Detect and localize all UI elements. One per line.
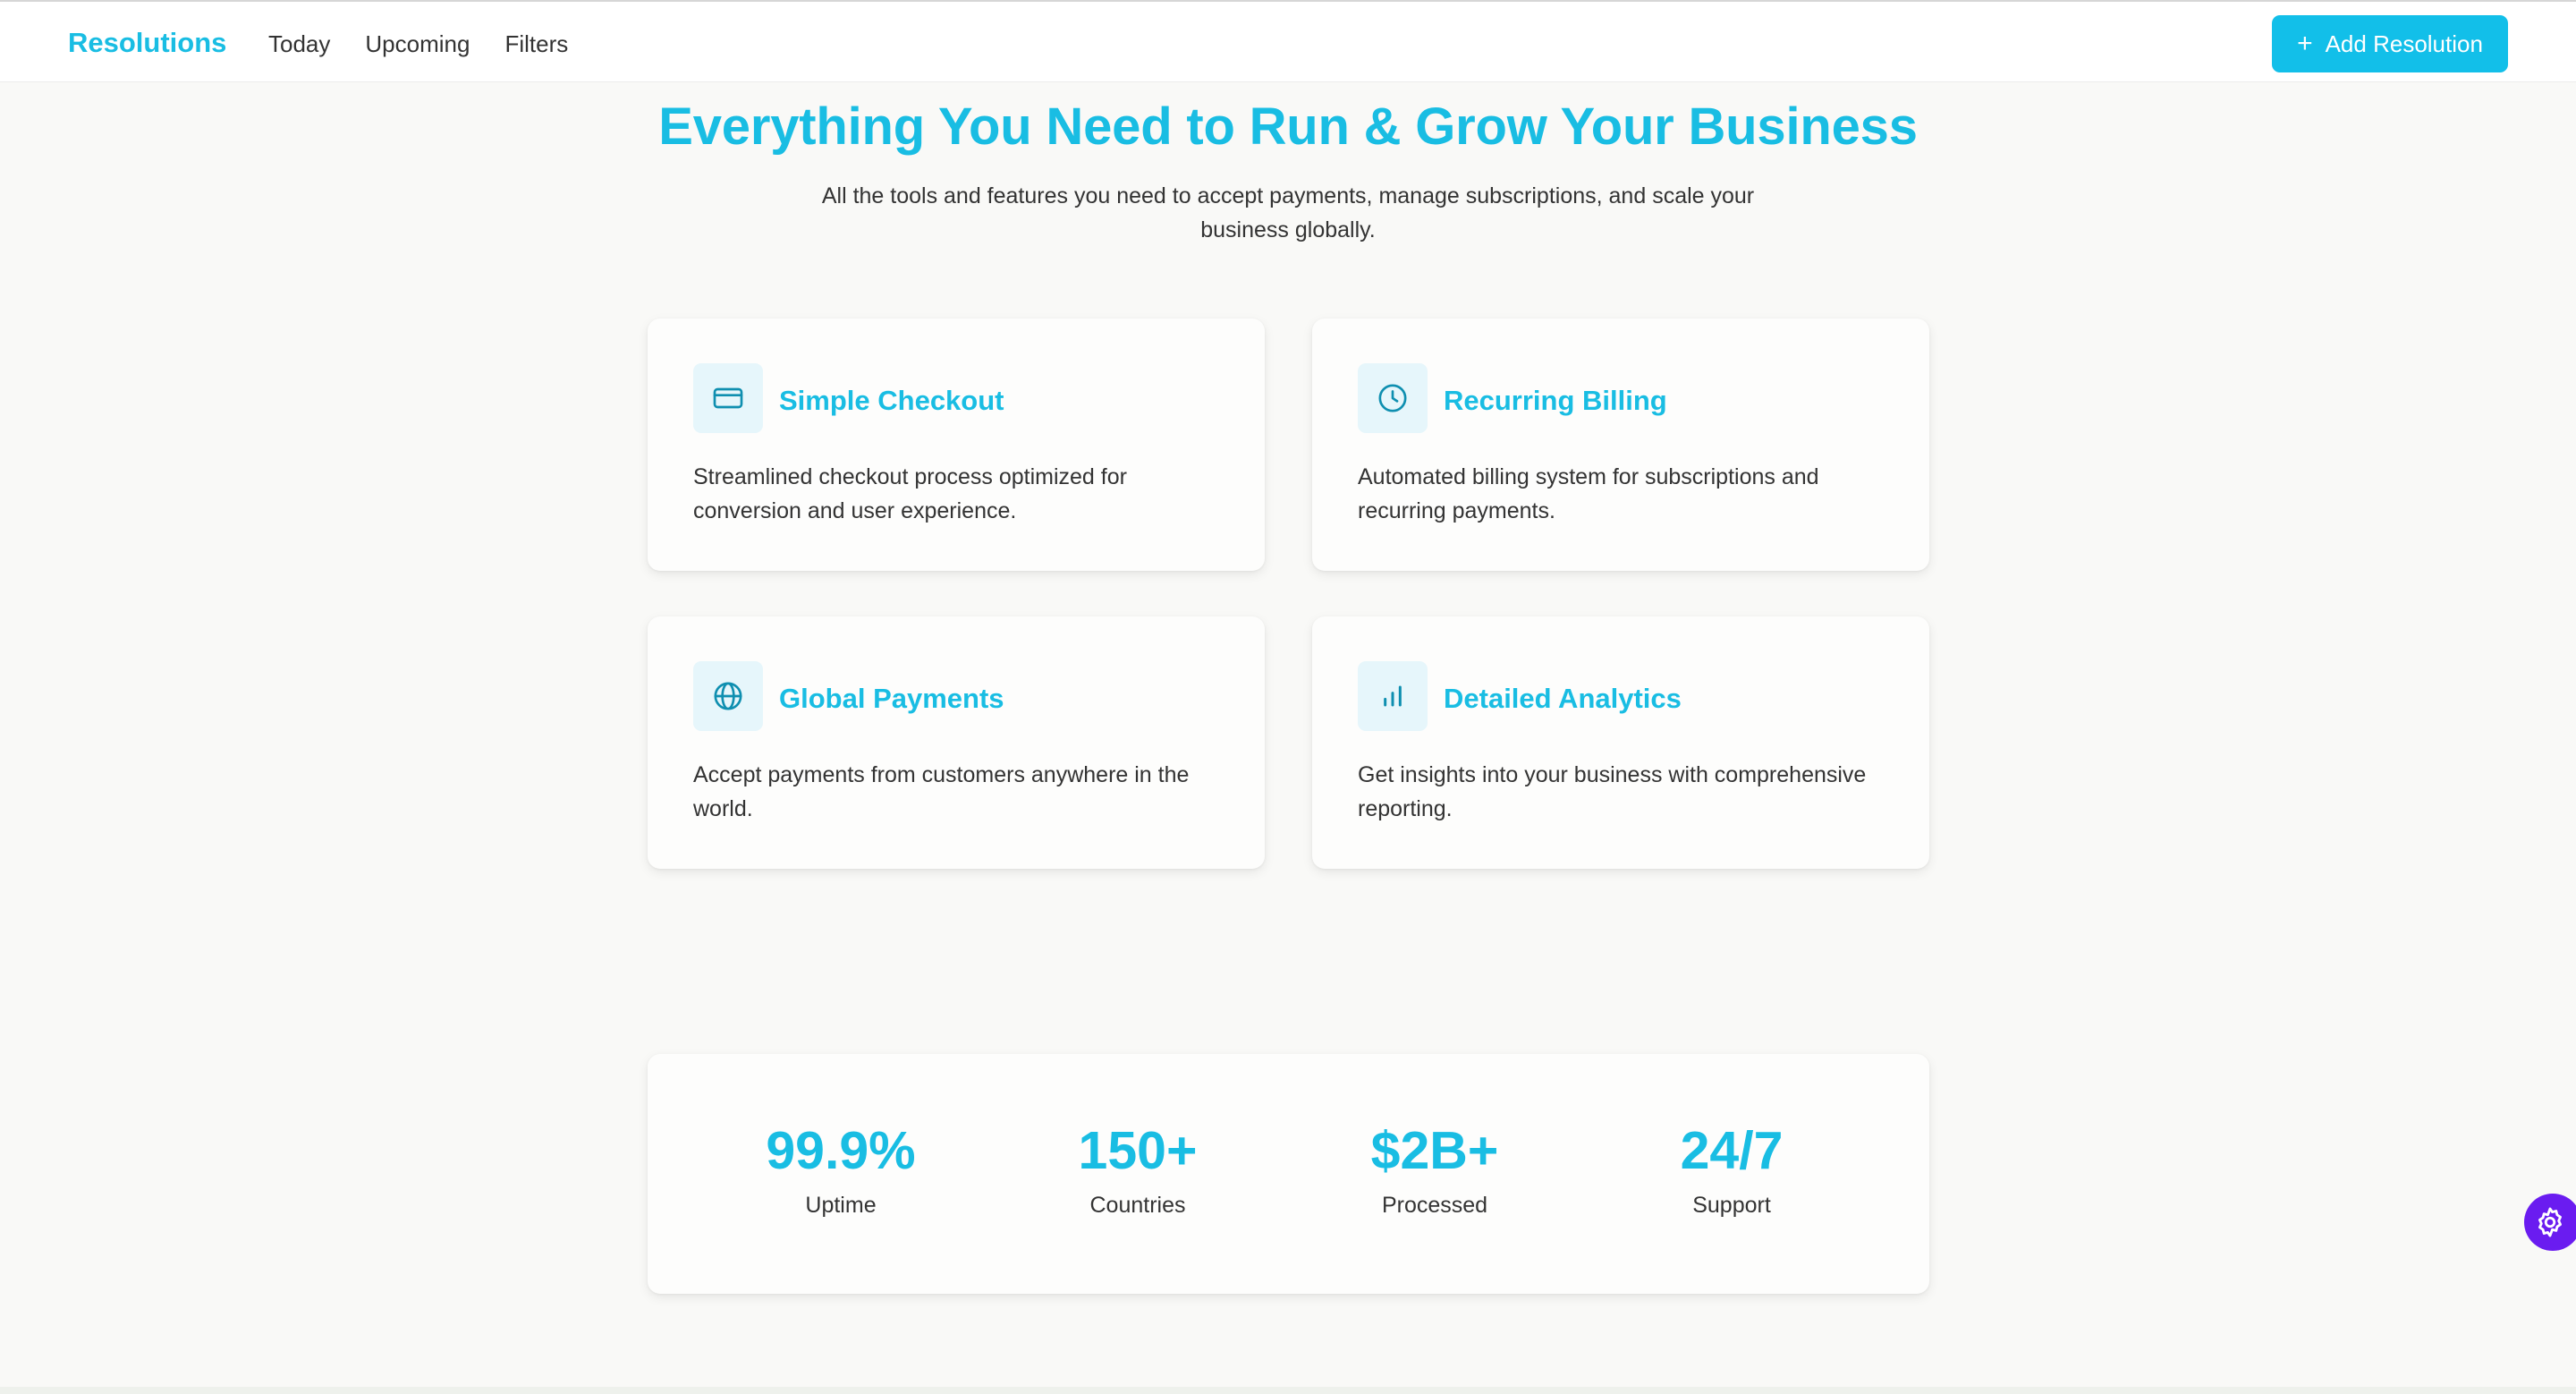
add-resolution-label: Add Resolution [2325, 30, 2483, 57]
feature-title: Detailed Analytics [1444, 683, 1682, 714]
stat-value: $2B+ [1370, 1121, 1499, 1180]
feature-card-simple-checkout: Simple Checkout Streamlined checkout pro… [648, 319, 1265, 571]
gear-icon [2538, 1207, 2562, 1237]
credit-card-icon [693, 363, 763, 433]
feature-card-recurring-billing: Recurring Billing Automated billing syst… [1312, 319, 1929, 571]
stats-panel: 99.9% Uptime 150+ Countries $2B+ Process… [648, 1054, 1929, 1294]
stat-value: 24/7 [1680, 1121, 1784, 1180]
plus-icon: + [2297, 29, 2313, 58]
stat-label: Countries [1089, 1192, 1186, 1218]
stat-countries: 150+ Countries [1004, 1122, 1272, 1219]
settings-fab-button[interactable] [2524, 1194, 2576, 1251]
feature-card-global-payments: Global Payments Accept payments from cus… [648, 616, 1265, 869]
nav-filters[interactable]: Filters [504, 30, 568, 58]
hero-title: Everything You Need to Run & Grow Your B… [658, 98, 1918, 156]
brand-logo[interactable]: Resolutions [68, 27, 226, 59]
stat-label: Uptime [805, 1192, 877, 1218]
stat-processed: $2B+ Processed [1301, 1122, 1569, 1219]
stat-value: 99.9% [766, 1121, 916, 1180]
footer-edge [0, 1387, 2576, 1394]
feature-title: Simple Checkout [779, 385, 1004, 416]
feature-description: Accept payments from customers anywhere … [693, 762, 1190, 821]
bar-chart-icon [1358, 661, 1428, 731]
main-nav: Today Upcoming Filters [268, 30, 568, 58]
globe-icon [693, 661, 763, 731]
clock-icon [1358, 363, 1428, 433]
feature-description: Automated billing system for subscriptio… [1358, 464, 1819, 523]
top-navbar: Resolutions Today Upcoming Filters + Add… [0, 0, 2576, 82]
stat-support: 24/7 Support [1597, 1122, 1866, 1219]
feature-description: Streamlined checkout process optimized f… [693, 464, 1127, 523]
stat-label: Support [1692, 1192, 1771, 1218]
nav-upcoming[interactable]: Upcoming [365, 30, 470, 58]
feature-title: Recurring Billing [1444, 385, 1667, 416]
hero-subtitle: All the tools and features you need to a… [821, 183, 1755, 242]
feature-card-detailed-analytics: Detailed Analytics Get insights into you… [1312, 616, 1929, 869]
stat-label: Processed [1381, 1192, 1488, 1218]
feature-title: Global Payments [779, 683, 1004, 714]
feature-description: Get insights into your business with com… [1358, 762, 1867, 821]
stat-value: 150+ [1078, 1121, 1198, 1180]
nav-today[interactable]: Today [268, 30, 330, 58]
add-resolution-button[interactable]: + Add Resolution [2272, 15, 2508, 72]
stat-uptime: 99.9% Uptime [707, 1122, 975, 1219]
